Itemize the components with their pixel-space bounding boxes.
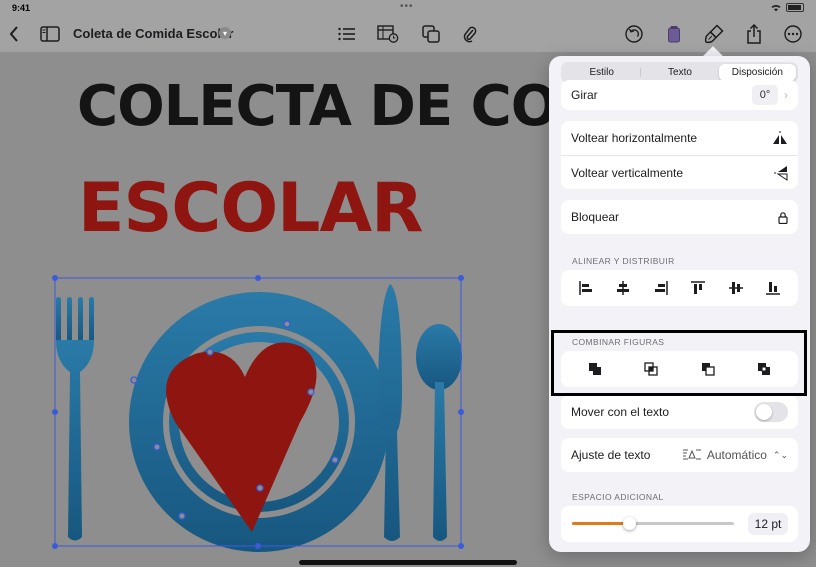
text-wrap-label: Ajuste de texto xyxy=(571,448,651,462)
tab-style[interactable]: Estilo xyxy=(563,64,640,81)
extra-space-slider[interactable] xyxy=(572,517,734,530)
flip-vertical-row[interactable]: Voltear verticalmente xyxy=(561,155,798,189)
lock-card: Bloquear xyxy=(561,200,798,234)
paintbrush-icon[interactable] xyxy=(702,22,726,46)
text-wrap-row[interactable]: Ajuste de texto Automático ⌃⌄ xyxy=(561,438,798,472)
lock-icon xyxy=(778,211,788,224)
flip-horizontal-label: Voltear horizontalmente xyxy=(571,131,698,145)
align-middle-icon[interactable] xyxy=(725,277,747,299)
chevron-right-icon: › xyxy=(784,88,788,102)
slider-fill xyxy=(572,522,630,525)
align-right-icon[interactable] xyxy=(650,277,672,299)
flip-horizontal-icon xyxy=(773,131,787,144)
extra-space-value[interactable]: 12 pt xyxy=(748,513,788,535)
extra-space-section-label: ESPACIO ADICIONAL xyxy=(572,492,664,502)
sidebar-icon[interactable] xyxy=(38,22,62,46)
more-icon[interactable] xyxy=(781,22,805,46)
status-bar: 9:41 ••• xyxy=(0,0,816,16)
slider-knob[interactable] xyxy=(623,517,636,530)
text-wrap-value: Automático xyxy=(706,448,767,462)
move-with-text-toggle[interactable] xyxy=(754,402,788,422)
multitasking-dots-icon[interactable]: ••• xyxy=(400,1,414,12)
format-panel: Estilo Texto Disposición Girar 0° › Volt… xyxy=(549,56,810,552)
rotate-value[interactable]: 0° xyxy=(752,85,778,105)
align-section-label: ALINEAR Y DISTRIBUIR xyxy=(572,256,675,266)
shapes-icon[interactable] xyxy=(419,22,443,46)
text-wrap-icon xyxy=(682,449,701,460)
move-with-text-label: Mover con el texto xyxy=(571,405,670,419)
status-indicators xyxy=(770,3,804,12)
rotate-card: Girar 0° › xyxy=(561,80,798,110)
plate-illustration[interactable] xyxy=(40,262,480,552)
list-icon[interactable] xyxy=(335,22,359,46)
lock-label: Bloquear xyxy=(571,210,620,224)
flip-vertical-label: Voltear verticalmente xyxy=(571,165,684,180)
share-icon[interactable] xyxy=(742,22,766,46)
flip-vertical-icon xyxy=(774,165,788,181)
battery-icon xyxy=(786,3,804,12)
wifi-icon xyxy=(771,4,781,12)
spoon-shape[interactable] xyxy=(416,324,462,541)
move-with-text-card: Mover con el texto xyxy=(561,395,798,429)
chevron-left-icon[interactable] xyxy=(2,22,26,46)
table-icon[interactable] xyxy=(376,22,400,46)
knife-shape[interactable] xyxy=(378,284,402,541)
status-time: 9:41 xyxy=(12,3,31,13)
undo-icon[interactable] xyxy=(622,22,646,46)
document-title[interactable]: Coleta de Comida Escolar xyxy=(73,26,233,41)
chevron-down-icon[interactable]: ▾ xyxy=(219,27,231,39)
rotate-row[interactable]: Girar 0° › xyxy=(561,80,798,110)
lock-row[interactable]: Bloquear xyxy=(561,200,798,234)
chevron-updown-icon: ⌃⌄ xyxy=(772,449,788,460)
align-top-icon[interactable] xyxy=(687,277,709,299)
align-bottom-icon[interactable] xyxy=(762,277,784,299)
combine-shapes-highlight xyxy=(551,330,807,396)
document-icon[interactable] xyxy=(662,22,686,46)
extra-space-card: 12 pt xyxy=(561,506,798,542)
tab-text[interactable]: Texto xyxy=(641,64,718,81)
align-center-icon[interactable] xyxy=(612,277,634,299)
heading-line-2[interactable]: ESCOLAR xyxy=(78,169,423,248)
paperclip-icon[interactable] xyxy=(458,22,482,46)
align-card xyxy=(561,270,798,306)
rotate-label: Girar xyxy=(571,88,598,102)
flip-card: Voltear horizontalmente Voltear vertical… xyxy=(561,121,798,189)
toolbar: Coleta de Comida Escolar ▾ xyxy=(0,16,816,52)
align-left-icon[interactable] xyxy=(575,277,597,299)
move-with-text-row: Mover con el texto xyxy=(561,395,798,429)
flip-horizontal-row[interactable]: Voltear horizontalmente xyxy=(561,121,798,155)
home-indicator[interactable] xyxy=(299,560,517,565)
text-wrap-card: Ajuste de texto Automático ⌃⌄ xyxy=(561,438,798,472)
tab-arrange[interactable]: Disposición xyxy=(718,64,796,81)
fork-shape[interactable] xyxy=(56,297,94,541)
